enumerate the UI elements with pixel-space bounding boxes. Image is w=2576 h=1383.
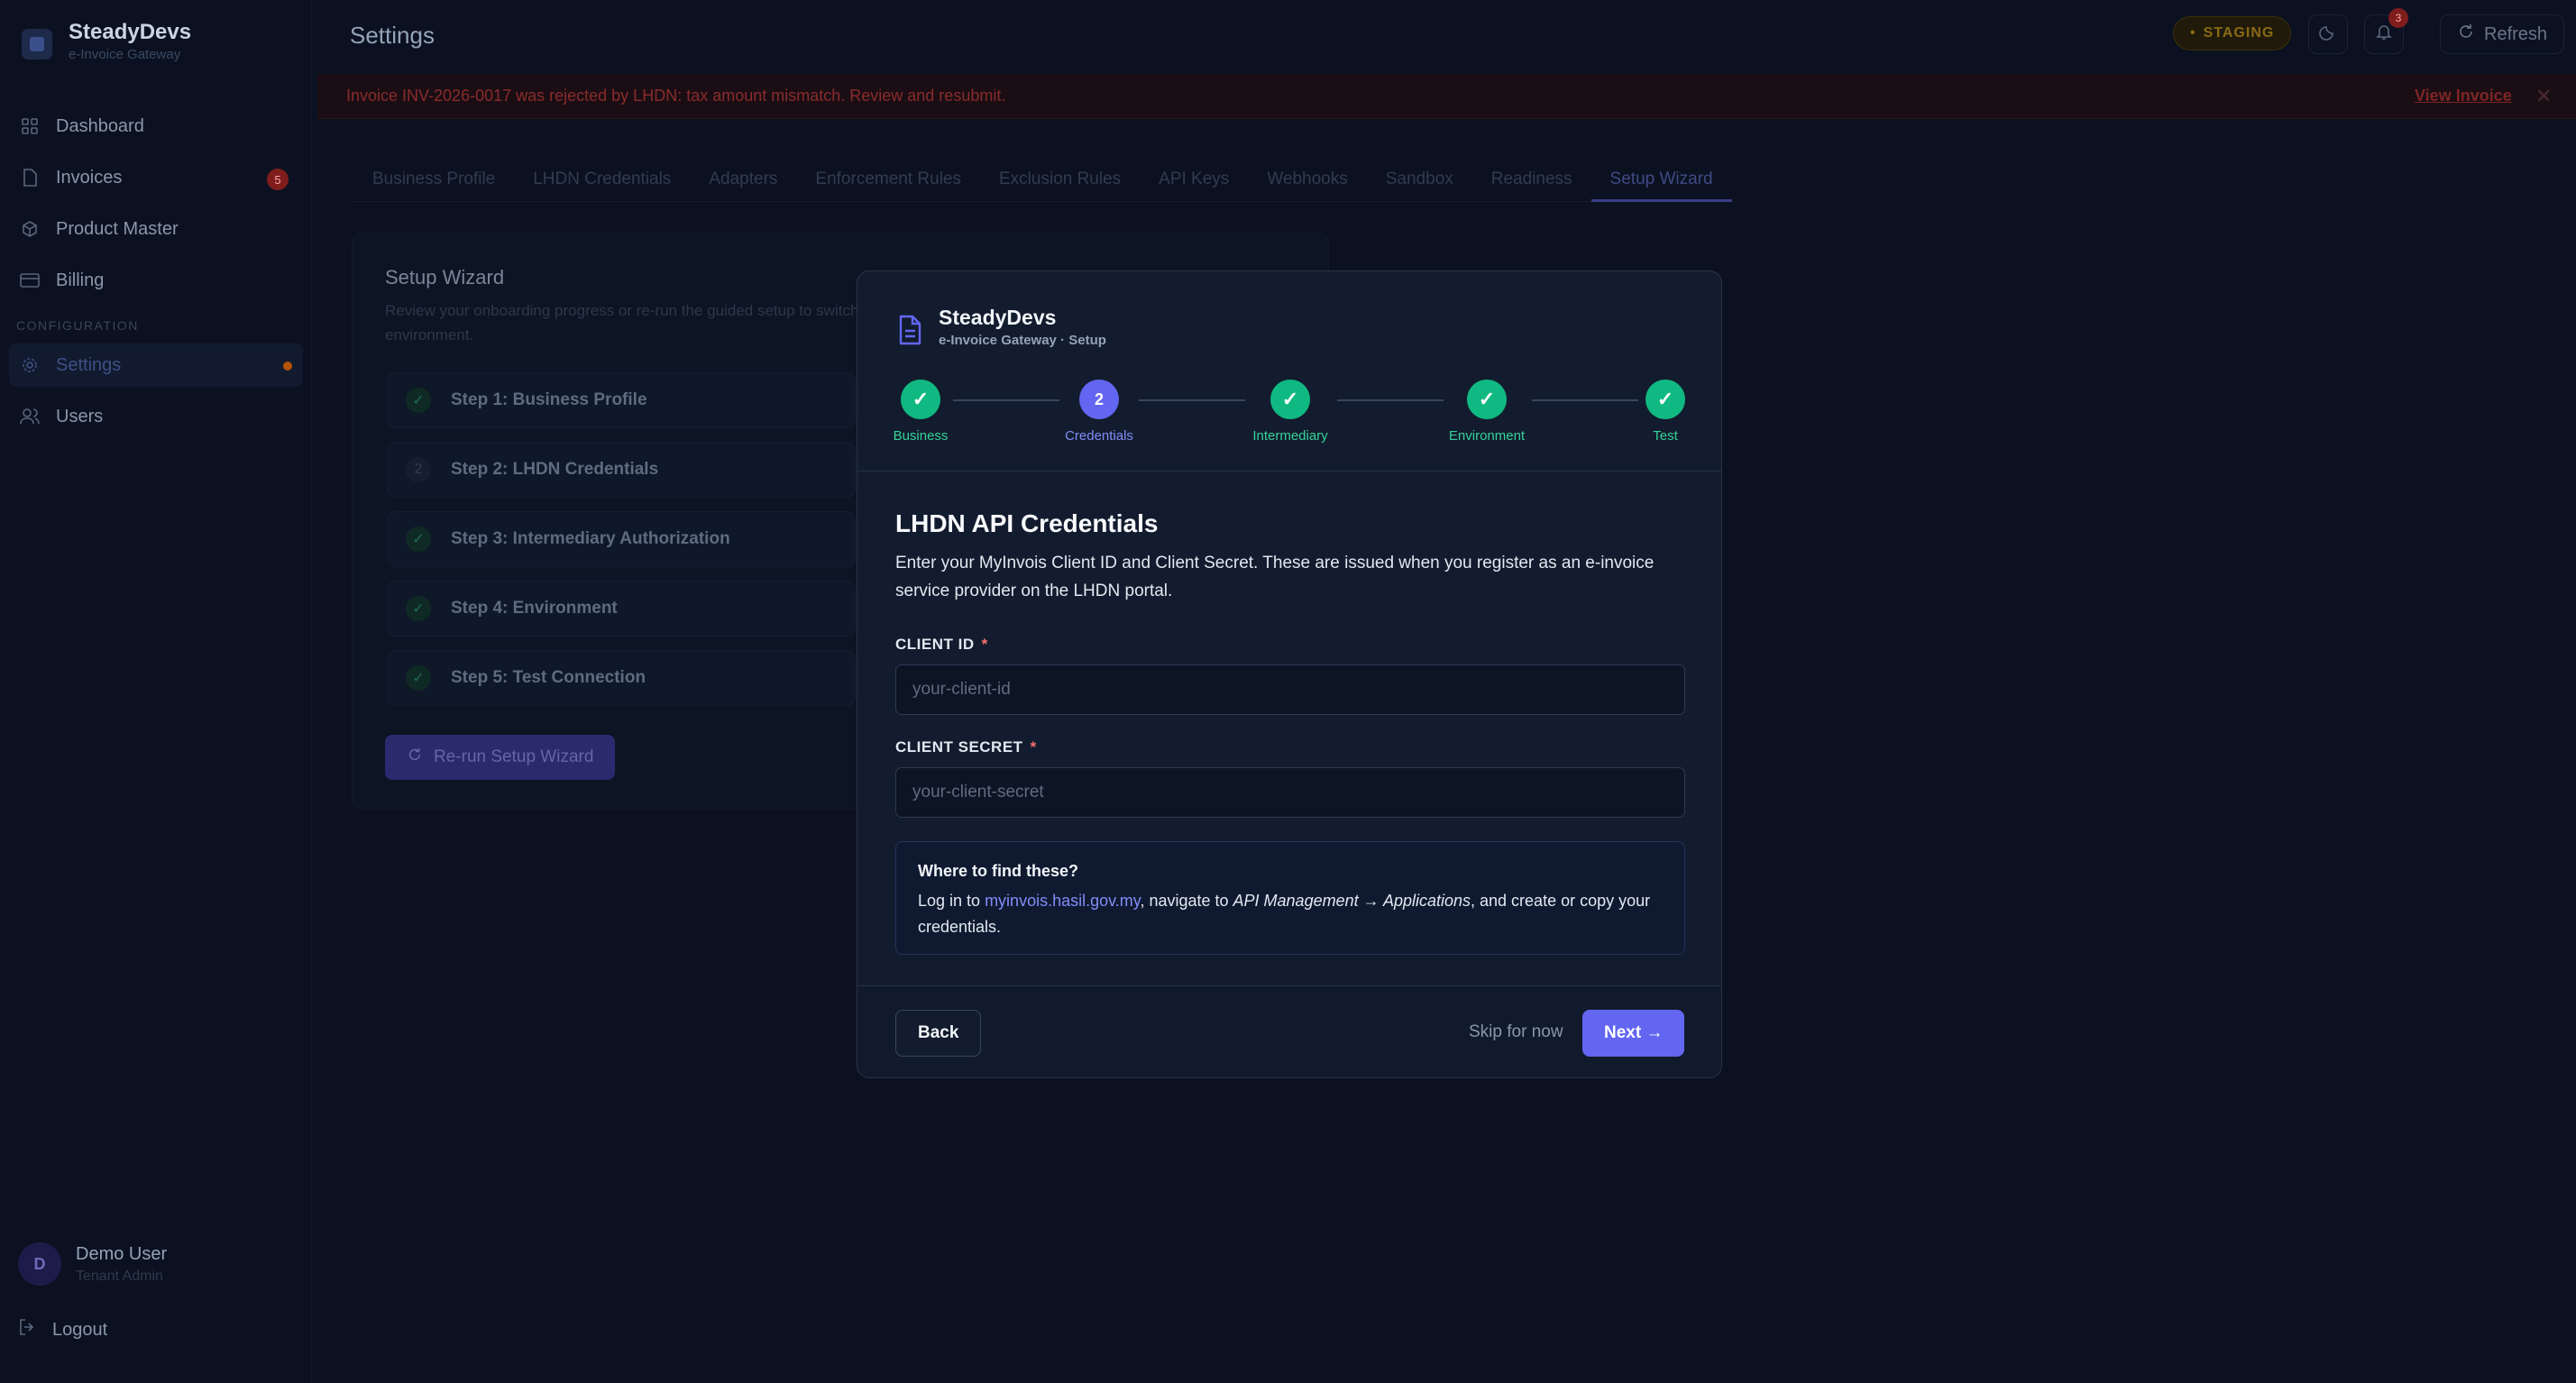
modal-header: SteadyDevs e-Invoice Gateway · Setup ✓ 2… — [857, 271, 1721, 472]
stepper-connector — [1337, 399, 1444, 401]
stepper-node-credentials[interactable]: 2 — [1079, 380, 1119, 419]
stepper-label: Intermediary — [1252, 428, 1328, 444]
skip-for-now-link[interactable]: Skip for now — [1469, 1022, 1563, 1042]
stepper-label: Credentials — [1065, 428, 1133, 444]
document-icon — [897, 315, 922, 345]
wizard-stepper: ✓ 2 ✓ ✓ ✓ Business Credentials Intermedi… — [857, 380, 1721, 461]
setup-wizard-modal: SteadyDevs e-Invoice Gateway · Setup ✓ 2… — [857, 270, 1722, 1078]
stepper-node-test[interactable]: ✓ — [1646, 380, 1685, 419]
field-label-text: CLIENT SECRET — [895, 738, 1023, 756]
modal-title: LHDN API Credentials — [895, 509, 1159, 537]
client-secret-label: CLIENT SECRET * — [895, 738, 1037, 756]
app-root: SteadyDevs e-Invoice Gateway Dashboard I… — [0, 0, 2576, 1383]
myinvois-portal-link[interactable]: myinvois.hasil.gov.my — [985, 892, 1140, 910]
modal-brand-subtitle: e-Invoice Gateway · Setup — [939, 333, 1106, 348]
stepper-connector — [1139, 399, 1245, 401]
help-box: Where to find these? Log in to myinvois.… — [895, 841, 1685, 955]
stepper-node-intermediary[interactable]: ✓ — [1270, 380, 1310, 419]
help-title: Where to find these? — [918, 862, 1079, 880]
stepper-node-environment[interactable]: ✓ — [1467, 380, 1507, 419]
stepper-label: Environment — [1448, 428, 1526, 444]
help-text-middle: , navigate to — [1140, 892, 1233, 910]
field-label-text: CLIENT ID — [895, 636, 975, 653]
stepper-label: Test — [1653, 428, 1678, 444]
modal-description: Enter your MyInvois Client ID and Client… — [895, 554, 1655, 600]
help-text-before: Log in to — [918, 892, 985, 910]
back-button[interactable]: Back — [895, 1010, 982, 1057]
stepper-connector — [1532, 399, 1638, 401]
modal-brand-name: SteadyDevs — [939, 306, 1057, 329]
stepper-label: Business — [893, 428, 949, 444]
client-id-input[interactable] — [895, 664, 1685, 715]
help-path: API Management → Applications — [1233, 892, 1471, 910]
help-text: Log in to myinvois.hasil.gov.my, navigat… — [918, 888, 1663, 940]
required-marker: * — [1030, 738, 1037, 756]
modal-footer: Back Skip for now Next → — [857, 985, 1721, 1077]
next-button[interactable]: Next → — [1582, 1010, 1685, 1057]
client-id-label: CLIENT ID * — [895, 636, 988, 654]
required-marker: * — [981, 636, 988, 653]
client-secret-input[interactable] — [895, 767, 1685, 818]
stepper-node-business[interactable]: ✓ — [901, 380, 940, 419]
stepper-connector — [953, 399, 1059, 401]
